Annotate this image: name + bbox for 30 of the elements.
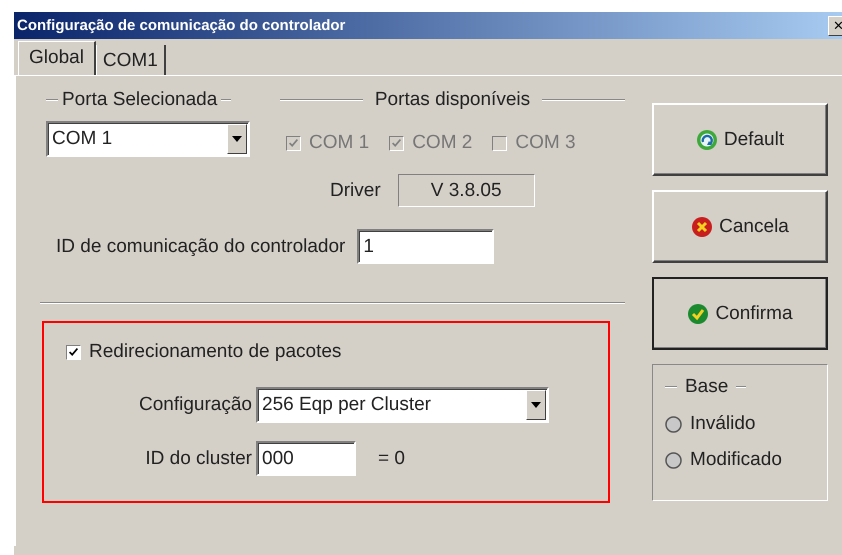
field-label: Driver bbox=[330, 180, 381, 202]
radio-button[interactable] bbox=[665, 416, 682, 432]
tab[interactable]: Global bbox=[18, 41, 96, 75]
cluster-value: = 0 bbox=[378, 448, 405, 470]
driver-version-field: V 3.8.05 bbox=[398, 174, 535, 207]
input-field[interactable]: 000 bbox=[256, 441, 356, 476]
field-label: ID de comunicação do controlador bbox=[56, 236, 346, 258]
input-field[interactable]: 1 bbox=[357, 229, 494, 264]
port-dropdown[interactable]: COM 1 bbox=[46, 121, 250, 157]
group-label: Porta Selecionada bbox=[61, 89, 218, 111]
caret-icon bbox=[232, 136, 242, 142]
group-label: Portas disponíveis bbox=[374, 89, 532, 111]
field-label: ID do cluster bbox=[144, 448, 253, 470]
check-icon bbox=[687, 302, 710, 324]
checkbox-label[interactable]: Redirecionamento de pacotes bbox=[89, 341, 342, 363]
dialog-button[interactable]: Cancela bbox=[652, 190, 828, 263]
close-button[interactable]: × bbox=[828, 16, 842, 36]
radio-label[interactable]: Modificado bbox=[690, 449, 782, 471]
tab[interactable]: COM1 bbox=[96, 45, 166, 75]
group-label: Base bbox=[684, 376, 730, 398]
window-title: Configuração de comunicação do controlador bbox=[16, 17, 346, 34]
configuration-dropdown[interactable]: 256 Eqp per Cluster bbox=[256, 387, 549, 423]
field-label: Configuração bbox=[138, 394, 253, 416]
radio-button[interactable] bbox=[665, 452, 682, 468]
dialog-button[interactable]: Confirma bbox=[652, 277, 828, 350]
checkbox[interactable] bbox=[66, 344, 81, 360]
dialog-button[interactable]: Default bbox=[652, 103, 828, 176]
radio-label[interactable]: Inválido bbox=[690, 413, 756, 435]
cancel-icon bbox=[691, 216, 714, 238]
caret-icon bbox=[531, 402, 541, 408]
